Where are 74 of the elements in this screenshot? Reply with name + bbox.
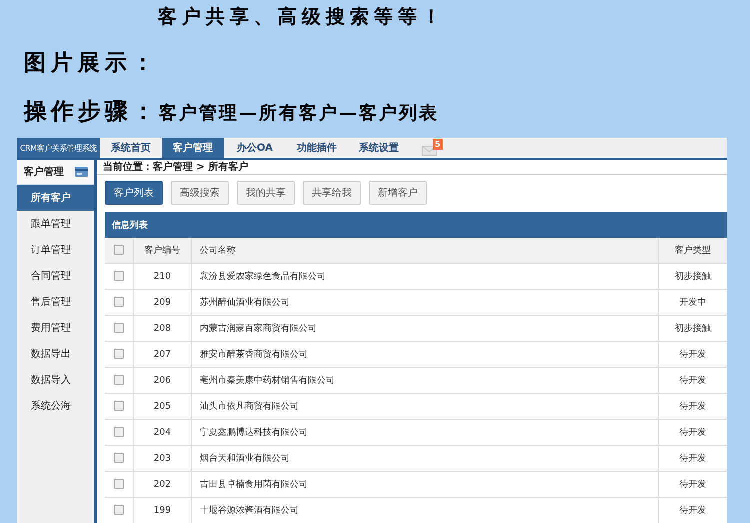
nav-tab[interactable]: 系统设置 [348, 138, 410, 158]
nav-tab[interactable]: 功能插件 [286, 138, 348, 158]
checkbox[interactable] [114, 427, 124, 438]
table-cell: 雅安市醉茶香商贸有限公司 [192, 342, 658, 368]
steps-text: 客户管理—所有客户—客户列表 [159, 102, 439, 125]
nav-tab[interactable]: 办公OA [224, 138, 286, 158]
toolbar-button[interactable]: 新增客户 [369, 181, 427, 205]
checkbox[interactable] [114, 505, 124, 516]
checkbox[interactable] [114, 297, 124, 308]
sidebar-item[interactable]: 合同管理 [17, 263, 94, 289]
table-cell: 待开发 [658, 394, 727, 420]
table-cell: 待开发 [658, 446, 727, 472]
column-header: 公司名称 [192, 238, 658, 264]
table-cell: 208 [134, 316, 192, 342]
table-cell: 205 [134, 394, 192, 420]
table-cell: 初步接触 [658, 316, 727, 342]
table-cell: 开发中 [658, 290, 727, 316]
sidebar-item[interactable]: 订单管理 [17, 237, 94, 263]
sidebar-item[interactable]: 售后管理 [17, 289, 94, 315]
table-cell: 202 [134, 472, 192, 498]
sidebar-title: 客户管理 [24, 165, 64, 179]
sidebar-item[interactable]: 数据导出 [17, 341, 94, 367]
section-label: 图片展示： [23, 49, 160, 78]
table-cell: 204 [134, 420, 192, 446]
table-cell: 古田县卓楠食用菌有限公司 [192, 472, 658, 498]
app-brand: CRM客户关系管理系统 [17, 138, 100, 158]
table-cell: 内蒙古润豪百家商贸有限公司 [192, 316, 658, 342]
table-cell: 206 [134, 368, 192, 394]
table-cell: 十堰谷源浓酱酒有限公司 [192, 498, 658, 523]
checkbox[interactable] [114, 479, 124, 490]
table-cell: 宁夏鑫鹏博达科技有限公司 [192, 420, 658, 446]
table-cell: 待开发 [658, 498, 727, 523]
headline: 客户共享、高级搜索等等！ [156, 5, 447, 30]
mail-icon[interactable] [422, 146, 437, 156]
nav-tab[interactable]: 系统首页 [100, 138, 162, 158]
table-cell: 汕头市依凡商贸有限公司 [192, 394, 658, 420]
table-cell: 待开发 [658, 472, 727, 498]
table-cell: 207 [134, 342, 192, 368]
checkbox[interactable] [114, 401, 124, 412]
sidebar-item[interactable]: 系统公海 [17, 393, 94, 419]
checkbox[interactable] [114, 323, 124, 334]
table-cell: 亳州市秦美康中药材销售有限公司 [192, 368, 658, 394]
panel-title: 信息列表 [105, 212, 727, 238]
checkbox[interactable] [114, 453, 124, 464]
table-cell: 199 [134, 498, 192, 523]
nav-tab[interactable]: 客户管理 [162, 138, 224, 158]
table-cell: 初步接触 [658, 264, 727, 290]
table-cell: 烟台天和酒业有限公司 [192, 446, 658, 472]
table-cell: 待开发 [658, 342, 727, 368]
toolbar-button[interactable]: 客户列表 [105, 181, 163, 205]
table-cell: 苏州醉仙酒业有限公司 [192, 290, 658, 316]
sidebar-item[interactable]: 费用管理 [17, 315, 94, 341]
mail-count-badge: 5 [433, 139, 443, 150]
toolbar-button[interactable]: 高级搜索 [171, 181, 229, 205]
table-cell: 待开发 [658, 420, 727, 446]
column-header: 客户类型 [658, 238, 727, 264]
toolbar-button[interactable]: 我的共享 [237, 181, 295, 205]
sidebar-item[interactable]: 所有客户 [17, 185, 94, 211]
table-cell: 待开发 [658, 368, 727, 394]
checkbox[interactable] [114, 245, 124, 256]
checkbox[interactable] [114, 271, 124, 282]
card-icon [75, 167, 88, 177]
sidebar-item[interactable]: 跟单管理 [17, 211, 94, 237]
table-cell: 襄汾县爱农家绿色食品有限公司 [192, 264, 658, 290]
column-header: 客户编号 [134, 238, 192, 264]
checkbox[interactable] [114, 375, 124, 386]
table-cell: 209 [134, 290, 192, 316]
table-cell: 210 [134, 264, 192, 290]
checkbox[interactable] [114, 349, 124, 360]
breadcrumb: 当前位置：客户管理 > 所有客户 [97, 160, 727, 175]
table-cell: 203 [134, 446, 192, 472]
sidebar-item[interactable]: 数据导入 [17, 367, 94, 393]
toolbar-button[interactable]: 共享给我 [303, 181, 361, 205]
steps-label: 操作步骤： [24, 97, 159, 127]
